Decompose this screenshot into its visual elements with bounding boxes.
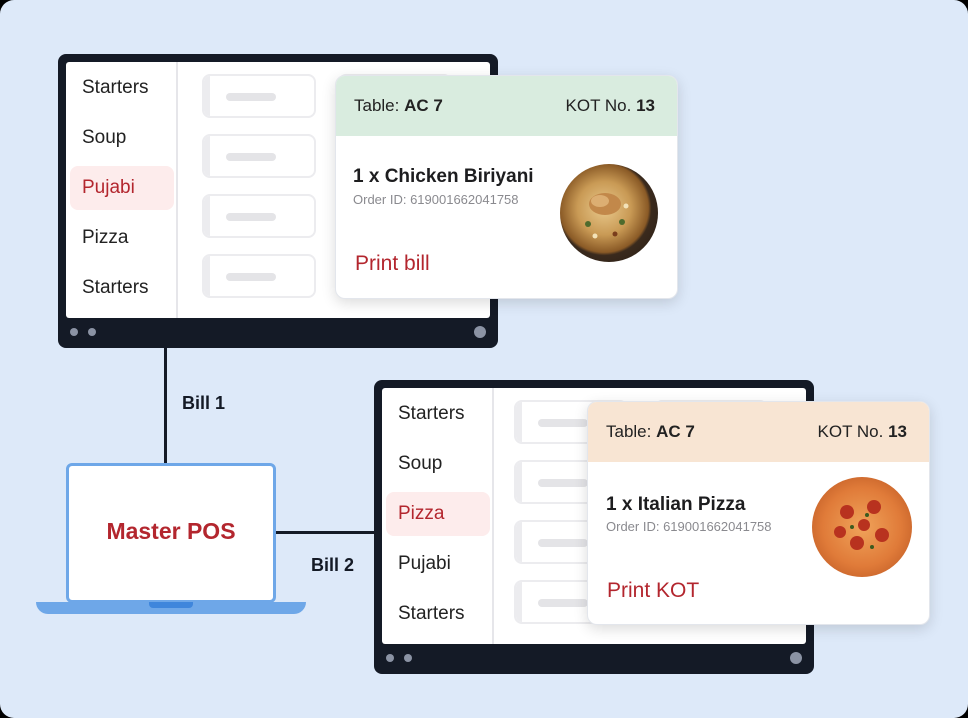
indicator-dot bbox=[386, 654, 394, 662]
kot-info: KOT No. 13 bbox=[817, 422, 907, 441]
table-number: AC 7 bbox=[404, 96, 443, 115]
menu-item-starters[interactable]: Starters bbox=[70, 66, 174, 110]
connector-bill-1 bbox=[164, 346, 167, 464]
menu-item-soup[interactable]: Soup bbox=[386, 442, 490, 486]
power-button-icon bbox=[790, 652, 802, 664]
table-info: Table: AC 7 bbox=[606, 422, 695, 441]
product-tile[interactable] bbox=[202, 74, 316, 118]
product-tile[interactable] bbox=[202, 194, 316, 238]
menu-item-soup[interactable]: Soup bbox=[70, 116, 174, 160]
table-number: AC 7 bbox=[656, 422, 695, 441]
order-item-name: 1 x Italian Pizza bbox=[606, 494, 746, 515]
master-pos-laptop: Master POS bbox=[66, 463, 276, 603]
bill-1-label: Bill 1 bbox=[182, 393, 226, 413]
diagram-canvas: Bill 1 Bill 2 Starters Soup Pujabi Pizza… bbox=[0, 0, 968, 718]
table-info: Table: AC 7 bbox=[354, 96, 443, 115]
indicator-dot bbox=[88, 328, 96, 336]
menu-item-pujabi[interactable]: Pujabi bbox=[70, 166, 174, 210]
order-id: Order ID: 619001662041758 bbox=[606, 519, 772, 534]
category-menu-1: Starters Soup Pujabi Pizza Starters bbox=[66, 62, 178, 318]
bill-2-label: Bill 2 bbox=[311, 555, 355, 575]
kot-info: KOT No. 13 bbox=[565, 96, 655, 115]
master-pos-label: Master POS bbox=[106, 518, 236, 544]
power-button-icon bbox=[474, 326, 486, 338]
menu-item-pizza[interactable]: Pizza bbox=[386, 492, 490, 536]
menu-item-starters[interactable]: Starters bbox=[386, 392, 490, 436]
order-id: Order ID: 619001662041758 bbox=[353, 192, 519, 207]
order-card-2: Table: AC 7 KOT No. 13 1 x Italian Pizza… bbox=[587, 401, 930, 625]
order-card-1: Table: AC 7 KOT No. 13 1 x Chicken Biriy… bbox=[335, 75, 678, 299]
biriyani-plate-icon bbox=[560, 164, 658, 262]
order-card-header: Table: AC 7 KOT No. 13 bbox=[588, 402, 929, 462]
indicator-dot bbox=[70, 328, 78, 336]
laptop-notch bbox=[149, 602, 193, 608]
order-card-header: Table: AC 7 KOT No. 13 bbox=[336, 76, 677, 136]
order-item-name: 1 x Chicken Biriyani bbox=[353, 166, 534, 187]
pizza-icon bbox=[812, 477, 912, 577]
print-bill-button[interactable]: Print bill bbox=[355, 252, 430, 276]
menu-item-pujabi[interactable]: Pujabi bbox=[386, 542, 490, 586]
kot-number: 13 bbox=[888, 422, 907, 441]
indicator-dot bbox=[404, 654, 412, 662]
product-tile[interactable] bbox=[202, 254, 316, 298]
print-kot-button[interactable]: Print KOT bbox=[607, 579, 699, 603]
menu-item-starters-2[interactable]: Starters bbox=[70, 266, 174, 310]
menu-item-pizza[interactable]: Pizza bbox=[70, 216, 174, 260]
menu-item-starters-2[interactable]: Starters bbox=[386, 592, 490, 636]
product-tile[interactable] bbox=[202, 134, 316, 178]
kot-number: 13 bbox=[636, 96, 655, 115]
category-menu-2: Starters Soup Pizza Pujabi Starters bbox=[382, 388, 494, 644]
connector-bill-2 bbox=[275, 531, 375, 534]
